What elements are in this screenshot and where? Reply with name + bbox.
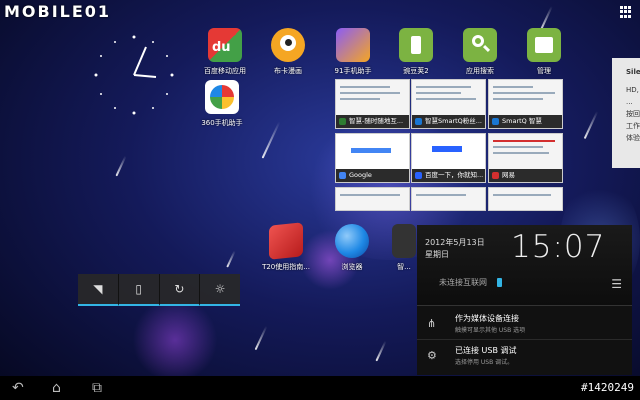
app-search-icon (463, 28, 497, 62)
edge-widget-line: 按回 (626, 110, 640, 118)
bookmark-thumb[interactable]: 智慧SmartQ粉丝... (411, 79, 486, 129)
bookmark-thumb[interactable]: 网易 (488, 133, 563, 183)
notification-panel: 2012年5月13日 星期日 15:07 未连接互联网 ☰ ⋔ 作为媒体设备连接… (417, 225, 632, 375)
app-browser[interactable]: 浏览器 (320, 224, 384, 272)
app-label: 应用搜索 (466, 67, 494, 75)
vibrate-icon: ▯ (135, 282, 142, 296)
bookmark-thumb[interactable]: SmartQ 智慧 (488, 79, 563, 129)
sync-icon: ↻ (174, 282, 185, 296)
app-label: 管理 (537, 67, 551, 75)
91-assistant-icon (336, 28, 370, 62)
bookmark-thumb[interactable]: 百度一下，你就知... (411, 133, 486, 183)
settings-sliders-icon[interactable]: ☰ (611, 277, 622, 291)
system-navigation-bar: ↶ ⌂ ⧉ #1420249 (0, 376, 640, 400)
bookmark-thumb[interactable]: 智慧-随时随地互... (335, 79, 410, 129)
edge-widget-line: ... (626, 98, 633, 106)
app-t20-guide[interactable]: T20使用指南... (254, 222, 318, 272)
app-search[interactable]: 应用搜索 (448, 28, 512, 76)
android-debug-icon: ⚙ (427, 349, 437, 362)
favicon-icon (415, 118, 422, 125)
baidu-app-icon: du (208, 28, 242, 62)
back-button[interactable]: ↶ (12, 380, 24, 396)
notification-subtitle: 选择停用 USB 调试。 (455, 359, 514, 366)
bookmark-caption: 百度一下，你就知... (425, 171, 484, 179)
app-baidu[interactable]: du 百度移动应用 (193, 28, 257, 76)
date-text: 2012年5月13日 (425, 238, 485, 247)
recent-apps-button[interactable]: ⧉ (92, 380, 102, 396)
vibrate-toggle[interactable]: ▯ (118, 274, 160, 306)
bookmark-caption: 智慧-随时随地互... (349, 117, 404, 125)
all-apps-grid-icon[interactable] (620, 6, 632, 18)
favicon-icon (339, 172, 346, 179)
bookmark-caption: 智慧SmartQ粉丝... (425, 117, 482, 125)
edge-widget-line: 工作 (626, 122, 640, 130)
browser-globe-icon (335, 224, 369, 258)
bookmark-thumb[interactable] (335, 187, 410, 211)
home-icon: ⌂ (52, 380, 61, 396)
network-status: 未连接互联网 (439, 278, 487, 287)
favicon-icon (492, 172, 499, 179)
app-manager[interactable]: 管理 (512, 28, 576, 76)
bookmark-caption: SmartQ 智慧 (502, 117, 542, 125)
wifi-icon: ◥ (93, 282, 103, 296)
analog-clock-widget[interactable] (84, 25, 184, 125)
image-tag: #1420249 (581, 381, 634, 394)
manager-icon (527, 28, 561, 62)
app-91-assistant[interactable]: 91手机助手 (321, 28, 385, 76)
wandoujia-icon (399, 28, 433, 62)
recent-apps-icon: ⧉ (92, 380, 102, 396)
app-label: 浏览器 (341, 263, 363, 271)
brightness-icon: ☼ (214, 282, 226, 296)
app-label: 豌豆荚2 (403, 67, 429, 75)
t20-guide-icon (269, 222, 303, 260)
bookmark-caption: 网易 (502, 171, 515, 179)
usb-media-notification[interactable]: ⋔ 作为媒体设备连接 触摸可显示其他 USB 选项 (417, 309, 632, 340)
brightness-toggle[interactable]: ☼ (200, 274, 240, 306)
watermark-logo: MOBILE01 (4, 2, 112, 21)
app-wandoujia[interactable]: 豌豆荚2 (384, 28, 448, 76)
usb-icon: ⋔ (427, 317, 437, 330)
app-buka[interactable]: 布卡漫画 (256, 28, 320, 76)
clock-time: 15:07 (511, 229, 606, 265)
bookmark-thumb[interactable]: Google (335, 133, 410, 183)
favicon-icon (339, 118, 346, 125)
edge-widget-title: Siler (626, 68, 640, 76)
weekday-text: 星期日 (425, 250, 449, 259)
app-label: T20使用指南... (262, 263, 310, 271)
date-label: 2012年5月13日 星期日 (425, 237, 485, 261)
bookmark-thumb[interactable] (411, 187, 486, 211)
app-label: 百度移动应用 (204, 67, 246, 75)
app-360-assistant[interactable]: 360手机助手 (190, 80, 254, 128)
back-arrow-icon: ↶ (12, 380, 24, 396)
app-label: 360手机助手 (201, 119, 243, 127)
edge-widget-line: 体验 (626, 134, 640, 142)
buka-comic-icon (271, 28, 305, 62)
edge-widget-line: HD, (626, 86, 639, 94)
usb-debug-notification[interactable]: ⚙ 已连接 USB 调试 选择停用 USB 调试。 (417, 341, 632, 371)
notification-title: 已连接 USB 调试 (455, 346, 517, 355)
favicon-icon (492, 118, 499, 125)
battery-icon (497, 278, 502, 287)
360-assistant-icon (205, 80, 239, 114)
home-button[interactable]: ⌂ (52, 380, 61, 396)
edge-widget[interactable]: Siler HD, ... 按回 工作 体验 (612, 58, 640, 168)
favicon-icon (415, 172, 422, 179)
notification-title: 作为媒体设备连接 (455, 314, 519, 323)
app-label: 91手机助手 (334, 67, 372, 75)
notification-subtitle: 触摸可显示其他 USB 选项 (455, 327, 526, 334)
sync-toggle[interactable]: ↻ (159, 274, 201, 306)
app-label: 布卡漫画 (274, 67, 302, 75)
quick-settings-widget: ◥ ▯ ↻ ☼ (78, 274, 240, 306)
smartq-icon (392, 224, 416, 258)
bookmark-caption: Google (349, 171, 372, 179)
wifi-toggle[interactable]: ◥ (78, 274, 119, 306)
bookmark-thumb[interactable] (488, 187, 563, 211)
notification-header: 2012年5月13日 星期日 15:07 未连接互联网 ☰ (417, 225, 632, 306)
